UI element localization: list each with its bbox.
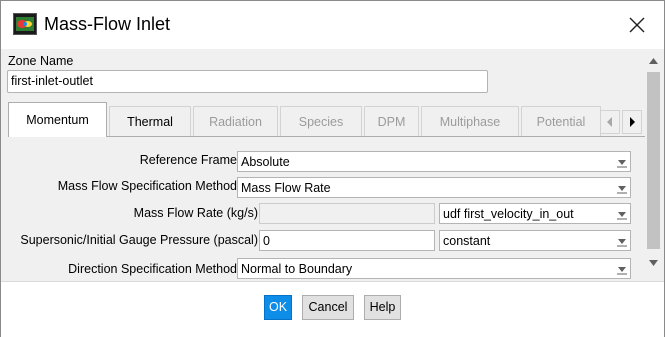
title-bar: Mass-Flow Inlet xyxy=(1,1,664,49)
tab-scroll-left-button[interactable] xyxy=(600,110,620,134)
tab-species: Species xyxy=(280,106,362,136)
reference-frame-select[interactable]: Absolute xyxy=(237,151,631,172)
chevron-down-icon xyxy=(617,239,627,247)
tab-thermal[interactable]: Thermal xyxy=(109,106,191,136)
mass-flow-rate-field xyxy=(259,203,435,224)
direction-spec-method-select[interactable]: Normal to Boundary xyxy=(237,258,631,279)
chevron-down-icon xyxy=(617,160,627,168)
dialog-body: Zone Name first-inlet-outlet Momentum Th… xyxy=(1,49,664,281)
vertical-scrollbar[interactable] xyxy=(645,49,662,281)
tab-potential: Potential xyxy=(521,106,601,136)
chevron-left-icon xyxy=(607,117,612,127)
cancel-button[interactable]: Cancel xyxy=(302,295,354,320)
chevron-right-icon xyxy=(630,117,635,127)
scroll-up-icon[interactable] xyxy=(649,58,658,64)
momentum-panel: Reference Frame Absolute Mass Flow Speci… xyxy=(8,136,648,281)
direction-spec-method-label: Direction Specification Method xyxy=(68,262,237,276)
ok-button[interactable]: OK xyxy=(264,295,292,320)
mass-flow-rate-profile-value: udf first_velocity_in_out xyxy=(443,207,574,221)
mass-flow-spec-method-select[interactable]: Mass Flow Rate xyxy=(237,177,631,198)
tab-radiation: Radiation xyxy=(193,106,278,136)
chevron-down-icon xyxy=(617,186,627,194)
tab-dpm: DPM xyxy=(364,106,419,136)
reference-frame-value: Absolute xyxy=(241,155,290,169)
dialog-title: Mass-Flow Inlet xyxy=(44,14,171,34)
gauge-pressure-profile-select[interactable]: constant xyxy=(439,230,631,251)
zone-name-field[interactable]: first-inlet-outlet xyxy=(7,70,488,93)
scroll-down-icon[interactable] xyxy=(649,260,658,266)
zone-name-label: Zone Name xyxy=(8,54,74,68)
close-icon[interactable] xyxy=(623,11,651,39)
mass-flow-spec-method-value: Mass Flow Rate xyxy=(241,181,331,195)
gauge-pressure-value: 0 xyxy=(263,234,270,248)
reference-frame-label: Reference Frame xyxy=(139,153,237,167)
scrollbar-thumb[interactable] xyxy=(647,72,660,249)
gauge-pressure-label: Supersonic/Initial Gauge Pressure (pasca… xyxy=(20,233,258,247)
dialog-footer: OK Cancel Help xyxy=(1,281,664,337)
chevron-down-icon xyxy=(617,267,627,275)
tab-multiphase: Multiphase xyxy=(421,106,519,136)
gauge-pressure-field[interactable]: 0 xyxy=(259,230,435,251)
help-button[interactable]: Help xyxy=(364,295,401,320)
mass-flow-inlet-dialog: Mass-Flow Inlet Zone Name first-inlet-ou… xyxy=(0,0,665,337)
gauge-pressure-profile-value: constant xyxy=(443,234,491,248)
mass-flow-rate-profile-select[interactable]: udf first_velocity_in_out xyxy=(439,203,631,224)
tab-bar: Momentum Thermal Radiation Species DPM M… xyxy=(8,102,648,137)
mass-flow-spec-method-label: Mass Flow Specification Method xyxy=(57,179,237,193)
mass-flow-rate-label: Mass Flow Rate (kg/s) xyxy=(133,206,258,220)
tab-scroll-right-button[interactable] xyxy=(622,110,642,134)
tab-momentum[interactable]: Momentum xyxy=(8,102,107,137)
zone-name-value: first-inlet-outlet xyxy=(11,74,93,88)
direction-spec-method-value: Normal to Boundary xyxy=(241,262,353,276)
fluent-app-icon xyxy=(13,13,37,35)
chevron-down-icon xyxy=(617,212,627,220)
